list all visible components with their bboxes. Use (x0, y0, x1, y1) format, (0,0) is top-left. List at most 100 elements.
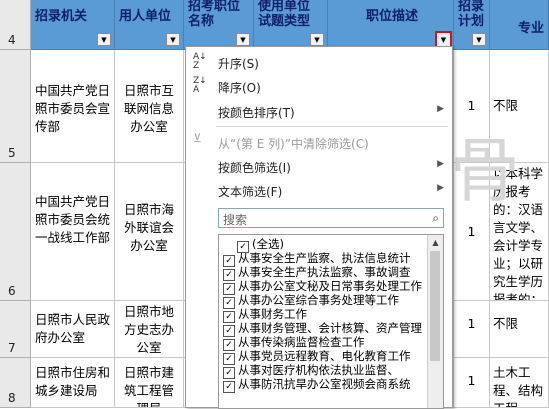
cell-text: 日照市住房和城乡建设局 (35, 365, 111, 398)
list-item-label: 从事传染病监督检查工作 (238, 335, 365, 349)
menu-separator (216, 126, 448, 127)
cell-org[interactable]: 中国共产党日照市委员会统一战线工作部 (31, 163, 115, 301)
cell-unit[interactable]: 日照市互联网信息办公室 (115, 50, 184, 163)
list-item[interactable]: ✓ 从事对医疗机构依法执业监督、 (223, 363, 399, 379)
header-label: 招录机关 (35, 9, 88, 24)
ghost-character: 骨 (450, 130, 520, 212)
submenu-arrow-icon: ▶ (437, 104, 444, 114)
filter-dropdown-button[interactable]: ▼ (236, 33, 250, 46)
menu-item-label: 从“(第 E 列)”中清除筛选(C) (218, 137, 369, 151)
sort-descending-icon: Z↓ A (193, 76, 207, 95)
header-cell-position[interactable]: 招考职位 名称 ▼ (184, 0, 254, 50)
clear-filter-icon: ⊻ (193, 131, 202, 145)
list-item-label: (全选) (252, 237, 284, 251)
header-label: 招录 (458, 0, 485, 14)
scroll-up-icon[interactable]: ▲ (428, 235, 443, 250)
header-cell-major[interactable]: 专业 (490, 0, 549, 50)
list-item-label: 从事财务管理、会计核算、资产管理 (238, 321, 422, 335)
checkbox-checked-icon[interactable]: ✓ (223, 381, 235, 393)
list-item[interactable]: ✓ 从事办公室综合事务处理等工作 (223, 293, 399, 309)
filter-dropdown-button[interactable]: ▼ (97, 33, 111, 46)
header-label: 职位描述 (366, 9, 419, 24)
menu-item-label: 按颜色筛选(I) (218, 161, 291, 175)
menu-item-label: 升序(S) (218, 57, 259, 71)
sort-by-color-item[interactable]: 按颜色排序(T) ▶ (186, 100, 452, 122)
row-number: 4 (8, 33, 16, 47)
header-cell-unit[interactable]: 用人单位 ▼ (115, 0, 184, 50)
cell-major[interactable]: 不限 (490, 301, 549, 358)
header-label: 使用单位 (258, 0, 311, 14)
sort-ascending-icon: A↓ Z (193, 52, 207, 71)
sort-descending-item[interactable]: Z↓ A 降序(O) (186, 75, 452, 97)
list-item[interactable]: ✓ 从事传染病监督检查工作 (223, 335, 365, 351)
list-item-label: 从事办公室文秘及日常事务处理工作 (238, 279, 422, 293)
cell-text: 日照市人民政府办公室 (35, 312, 111, 345)
list-item[interactable]: ✓ (全选) (223, 237, 284, 253)
list-item[interactable]: ✓ 从事安全生产执法监察、事故调查 (223, 265, 411, 281)
cell-text: 1 (467, 224, 476, 239)
list-item[interactable]: ✓ 从事党员远程教育、电化教育工作 (223, 349, 411, 365)
row-header[interactable]: 5 (0, 50, 31, 163)
list-scrollbar[interactable]: ▲ (427, 235, 443, 408)
list-item[interactable]: ✓ 从事财务工作 (223, 307, 307, 323)
text-filter-item[interactable]: 文本筛选(F) ▶ (186, 179, 452, 201)
list-item-label: 从事安全生产执法监察、事故调查 (238, 265, 411, 279)
list-item[interactable]: ✓ 从事办公室文秘及日常事务处理工作 (223, 279, 422, 295)
header-label: 试题类型 (258, 14, 311, 29)
filter-dropdown-button[interactable]: ▼ (472, 33, 486, 46)
row-header[interactable]: 6 (0, 163, 31, 301)
filter-value-list[interactable]: ✓ (全选) ✓ 从事安全生产监察、执法信息统计 ✓ 从事安全生产执法监察、事故调查 … (218, 234, 444, 409)
list-item-label: 从事对医疗机构依法执业监督、 (238, 363, 399, 377)
filter-by-color-item[interactable]: 按颜色筛选(I) ▶ (186, 155, 452, 177)
row-number: 5 (8, 146, 16, 160)
cell-text: 不限 (493, 98, 519, 113)
cell-plan[interactable]: 1 (454, 358, 490, 408)
cell-text: 1 (467, 316, 476, 331)
cell-plan[interactable]: 1 (454, 301, 490, 358)
submenu-arrow-icon: ▶ (437, 183, 444, 193)
header-label: 名称 (188, 14, 215, 29)
header-cell-description[interactable]: 职位描述 ▼ (328, 0, 454, 50)
list-item[interactable]: ✓ 从事防汛抗旱办公室视频会商系统 (223, 377, 411, 393)
list-item-label: 从事安全生产监察、执法信息统计 (238, 251, 411, 265)
list-item-label: 从事办公室综合事务处理等工作 (238, 293, 399, 307)
cell-text: 日照市海外联谊会办公室 (123, 202, 174, 253)
list-item-label: 从事防汛抗旱办公室视频会商系统 (238, 377, 411, 391)
search-icon: ⌕ (432, 211, 439, 225)
cell-text: 1 (467, 98, 476, 113)
header-cell-org[interactable]: 招录机关 ▼ (31, 0, 115, 50)
header-cell-plan[interactable]: 招录 计划 ▼ (454, 0, 490, 50)
row-number: 6 (8, 284, 16, 298)
list-item-label: 从事党员远程教育、电化教育工作 (238, 349, 411, 363)
clear-filter-item[interactable]: ⊻ 从“(第 E 列)”中清除筛选(C) (186, 131, 452, 153)
cell-org[interactable]: 日照市住房和城乡建设局 (31, 358, 115, 408)
header-cell-exam-type[interactable]: 使用单位 试题类型 ▼ (254, 0, 328, 50)
header-label: 用人单位 (119, 9, 172, 24)
list-item-label: 从事财务工作 (238, 307, 307, 321)
filter-dropdown-button[interactable]: ▼ (166, 33, 180, 46)
filter-search-input[interactable]: 搜索 ⌕ (218, 208, 444, 228)
header-label: 专业 (518, 21, 545, 36)
row-header[interactable]: 7 (0, 301, 31, 358)
cell-text: 1 (467, 373, 476, 388)
scrollbar-thumb[interactable] (430, 251, 440, 361)
autofilter-menu[interactable]: A↓ Z 升序(S) Z↓ A 降序(O) 按颜色排序(T) ▶ ⊻ 从“(第 E … (185, 46, 453, 409)
menu-item-label: 文本筛选(F) (218, 185, 283, 199)
menu-item-label: 降序(O) (218, 81, 261, 95)
filter-dropdown-button[interactable]: ▼ (310, 33, 324, 46)
sort-ascending-item[interactable]: A↓ Z 升序(S) (186, 51, 452, 73)
cell-unit[interactable]: 日照市地方史志办公室 (115, 301, 184, 358)
cell-unit[interactable]: 日照市建筑工程管理局 (115, 358, 184, 408)
list-item[interactable]: ✓ 从事安全生产监察、执法信息统计 (223, 251, 411, 267)
cell-text: 日照市建筑工程管理局 (123, 365, 174, 407)
cell-org[interactable]: 中国共产党日照市委员会宣传部 (31, 50, 115, 163)
cell-unit[interactable]: 日照市海外联谊会办公室 (115, 163, 184, 301)
cell-major[interactable]: 土木工程、结构工程 (490, 358, 549, 408)
row-header[interactable]: 4 (0, 0, 31, 50)
list-item[interactable]: ✓ 从事财务管理、会计核算、资产管理 (223, 321, 422, 337)
cell-text: 中国共产党日照市委员会宣传部 (35, 83, 111, 134)
cell-org[interactable]: 日照市人民政府办公室 (31, 301, 115, 358)
menu-item-label: 按颜色排序(T) (218, 106, 295, 120)
row-header[interactable]: 8 (0, 358, 31, 408)
cell-text: 日照市地方史志办公室 (123, 304, 174, 355)
